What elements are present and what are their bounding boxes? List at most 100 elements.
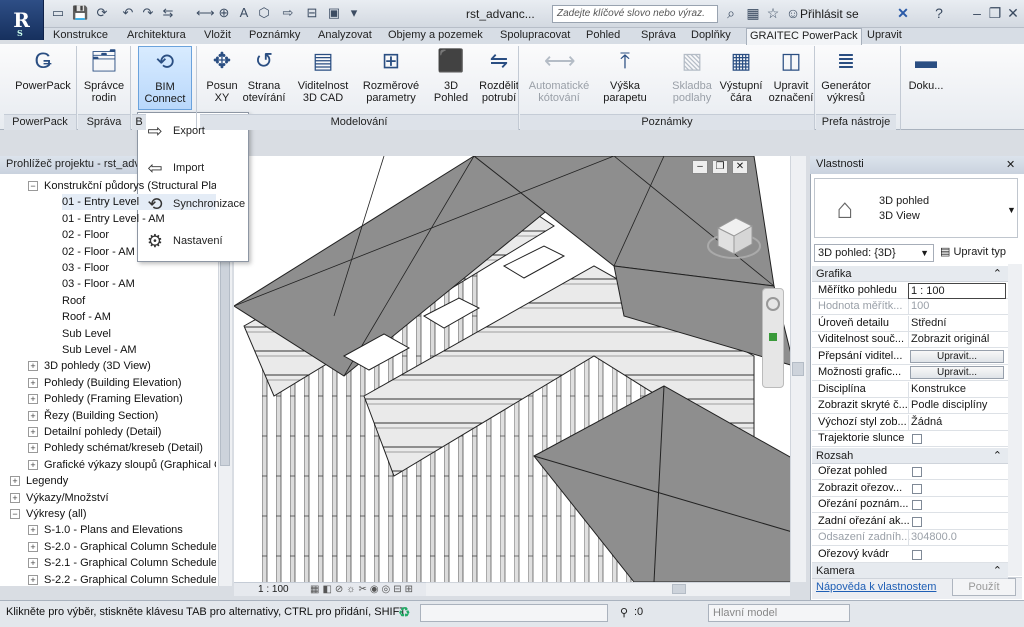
tab-4[interactable]: Analyzovat [315, 28, 375, 44]
design-option-field[interactable]: Hlavní model [708, 604, 850, 622]
property-value[interactable]: 1 : 100 [908, 282, 1006, 299]
viewcube[interactable] [706, 208, 762, 264]
checkbox[interactable] [912, 483, 922, 494]
sync-icon[interactable]: ⟳ [94, 5, 110, 21]
property-value[interactable]: Žádná [908, 414, 1006, 431]
property-row[interactable]: Výchozí styl zob... Žádná [812, 414, 1008, 431]
viewport-hscroll-thumb[interactable] [672, 584, 686, 594]
tree-item[interactable]: Grafické výkazy sloupů (Graphical Column… [44, 457, 216, 473]
type-selector[interactable]: ⌂ 3D pohled 3D View ▼ [814, 178, 1018, 238]
bim-menu-synchronizace[interactable]: ⟲ Synchronizace [141, 189, 245, 219]
tree-item[interactable]: Roof [62, 293, 216, 309]
subscription-icon[interactable]: ▦ [744, 5, 762, 22]
expand-icon[interactable]: + [10, 492, 20, 503]
switch-windows-icon[interactable]: ▣ [326, 5, 342, 21]
powerpack-button[interactable]: Ǥ PowerPack [12, 46, 74, 110]
expand-icon[interactable]: + [28, 427, 38, 437]
property-row[interactable]: Ořezat pohled [812, 464, 1008, 480]
expand-icon[interactable]: + [28, 394, 38, 405]
property-row[interactable]: Úroveň detailu Střední [812, 315, 1008, 332]
tree-item[interactable]: Legendy [26, 473, 216, 489]
tree-item[interactable]: 3D pohledy (3D View) [44, 358, 216, 374]
property-row[interactable]: Odsazení zadníh... 304800.0 [812, 530, 1008, 546]
close-views-icon[interactable]: ⊟ [304, 5, 320, 21]
edit-button[interactable]: Upravit... [910, 349, 1004, 363]
restore-icon[interactable]: ❐ [986, 5, 1004, 22]
workset-field[interactable] [420, 604, 608, 622]
tree-item[interactable]: Sub Level [62, 326, 216, 342]
tab-0[interactable]: Konstrukce [50, 28, 111, 44]
checkbox[interactable] [912, 549, 922, 560]
3d-pohled-button[interactable]: ⬛ 3D Pohled [430, 46, 472, 110]
expand-icon[interactable]: + [10, 476, 20, 487]
viewport-vscroll-thumb[interactable] [792, 362, 804, 376]
výstupní-čára-button[interactable]: ▦ Výstupní čára [718, 46, 764, 110]
tab-2[interactable]: Vložit [201, 28, 234, 44]
view-restore-icon[interactable]: ❐ [712, 160, 728, 174]
tab-3[interactable]: Poznámky [246, 28, 303, 44]
property-group-0[interactable]: Grafika ⌃ [812, 266, 1008, 282]
properties-help-link[interactable]: Nápověda k vlastnostem [816, 581, 936, 593]
bim-connect-button[interactable]: ⟲ BIM Connect [138, 46, 192, 110]
bim-menu-import[interactable]: ⇦ Import [141, 153, 245, 183]
help-icon[interactable]: ? [930, 5, 948, 21]
property-group-1[interactable]: Rozsah ⌃ [812, 447, 1008, 464]
strana-otevírání-button[interactable]: ↺ Strana otevírání [242, 46, 286, 110]
view-scale[interactable]: 1 : 100 [258, 583, 289, 596]
tree-item[interactable]: Sub Level - AM [62, 342, 216, 358]
tag-icon[interactable]: ⊕ [216, 5, 232, 21]
tree-item[interactable]: 03 - Floor [62, 260, 216, 276]
3d-icon[interactable]: ⬡ [256, 5, 272, 21]
save-icon[interactable]: 💾 [72, 5, 88, 21]
collapse-icon[interactable]: − [28, 181, 38, 191]
view-close-icon[interactable]: ✕ [732, 160, 748, 174]
expand-icon[interactable]: + [28, 525, 38, 536]
tree-item[interactable]: Pohledy (Framing Elevation) [44, 391, 216, 407]
tree-item[interactable]: S-2.0 - Graphical Column Schedule [44, 539, 216, 555]
tree-item[interactable]: Pohledy schémat/kreseb (Detail) [44, 440, 216, 456]
property-row[interactable]: Disciplína Konstrukce [812, 381, 1008, 398]
tree-item[interactable]: S-2.1 - Graphical Column Schedule [44, 555, 216, 571]
tab-5[interactable]: Objemy a pozemek [385, 28, 486, 44]
expand-icon[interactable]: + [28, 541, 38, 552]
tab-6[interactable]: Spolupracovat [497, 28, 573, 44]
tree-item[interactable]: Výkazy/Množství [26, 490, 216, 506]
close-icon[interactable]: ✕ [1004, 5, 1022, 22]
property-row[interactable]: Hodnota měřítk... 100 [812, 299, 1008, 315]
sign-in-button[interactable]: Přihlásit se [800, 7, 859, 21]
tab-8[interactable]: Správa [638, 28, 679, 44]
tree-item[interactable]: 03 - Floor - AM [62, 276, 216, 292]
property-row[interactable]: Možnosti grafic... Upravit... [812, 365, 1008, 381]
property-value[interactable]: Zobrazit originál [908, 332, 1006, 348]
expand-icon[interactable]: + [28, 459, 38, 470]
výška-parapetu-button[interactable]: ⤒ Výška parapetu [600, 46, 650, 110]
expand-icon[interactable]: + [28, 377, 38, 388]
redo-icon[interactable]: ↷ [140, 5, 156, 21]
properties-scrollbar[interactable] [1008, 264, 1022, 576]
filter-icon[interactable]: ⚲ [620, 606, 628, 619]
section-icon[interactable]: ⇨ [280, 5, 296, 21]
edit-button[interactable]: Upravit... [910, 366, 1004, 379]
tree-item[interactable]: Roof - AM [62, 309, 216, 325]
tree-item[interactable]: S-2.2 - Graphical Column Schedule [44, 572, 216, 588]
tree-item[interactable]: Výkresy (all) [26, 506, 216, 522]
expand-icon[interactable]: + [28, 558, 38, 569]
dropdown-icon[interactable]: ▾ [346, 5, 362, 21]
text-icon[interactable]: A [236, 5, 252, 21]
property-value[interactable]: Střední [908, 315, 1006, 332]
exchange-icon[interactable]: ✕ [894, 5, 912, 22]
tab-11[interactable]: Upravit [864, 28, 905, 44]
open-icon[interactable]: ▭ [50, 5, 66, 21]
expand-icon[interactable]: + [28, 361, 38, 372]
tab-1[interactable]: Architektura [124, 28, 189, 44]
tab-7[interactable]: Pohled [583, 28, 623, 44]
upravit-označení-button[interactable]: ◫ Upravit označení [768, 46, 814, 110]
view-minimize-icon[interactable]: – [692, 160, 708, 174]
checkbox[interactable] [912, 516, 922, 527]
checkbox[interactable] [912, 500, 922, 510]
binoculars-icon[interactable]: ⌕ [722, 5, 740, 22]
undo-icon[interactable]: ↶ [120, 5, 136, 21]
expand-icon[interactable]: + [28, 443, 38, 454]
tab-10[interactable]: GRAITEC PowerPack [746, 28, 862, 45]
expand-icon[interactable]: + [28, 410, 38, 421]
